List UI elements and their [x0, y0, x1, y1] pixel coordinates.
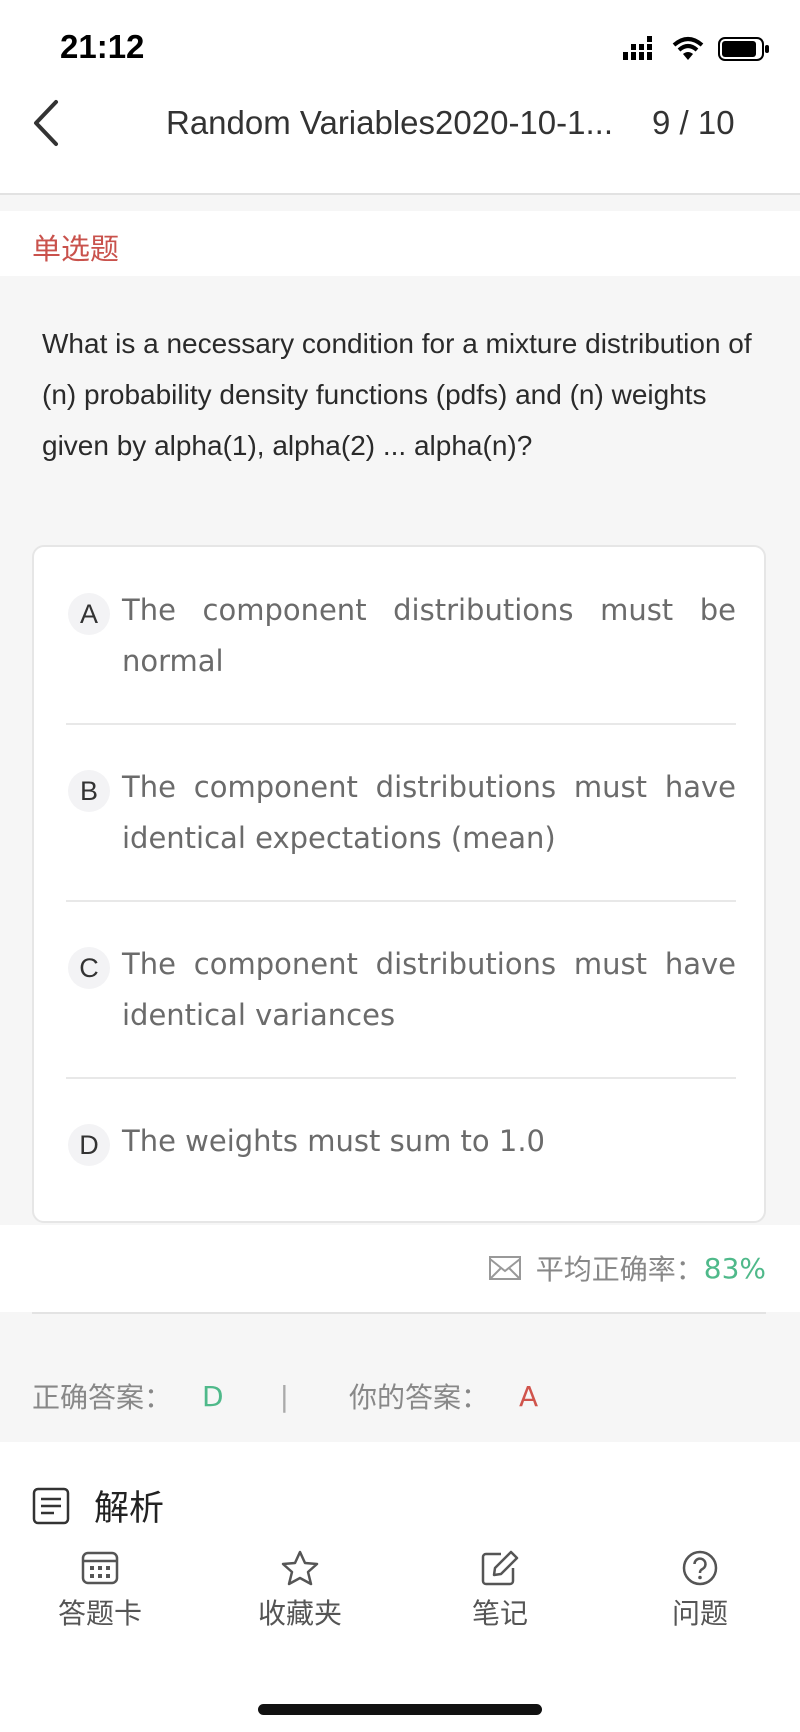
- option-divider: [66, 1077, 736, 1079]
- option-letter: B: [68, 770, 110, 812]
- question-text: What is a necessary condition for a mixt…: [42, 328, 752, 461]
- cellular-signal-icon: [623, 36, 652, 60]
- gray-band-top: [0, 195, 800, 211]
- your-answer-label: 你的答案：: [349, 1381, 490, 1414]
- answers-row: 正确答案： D | 你的答案： A: [32, 1376, 538, 1416]
- option-divider: [66, 900, 736, 902]
- option-text: The component distributions must have id…: [122, 770, 736, 855]
- average-accuracy: 平均正确率： 83%: [488, 1248, 766, 1288]
- tab-notes[interactable]: 笔记: [420, 1550, 580, 1632]
- analysis-header[interactable]: 解析: [32, 1480, 164, 1531]
- star-icon: [281, 1550, 319, 1586]
- accuracy-value: 83%: [703, 1251, 766, 1285]
- options-card: A The component distributions must be no…: [32, 545, 766, 1223]
- option-text: The weights must sum to 1.0: [122, 1124, 545, 1158]
- correct-answer-value: D: [202, 1379, 224, 1413]
- question-counter: 9 / 10: [652, 104, 735, 141]
- option-a[interactable]: A The component distributions must be no…: [34, 587, 736, 707]
- document-list-icon: [32, 1487, 70, 1524]
- option-letter: D: [68, 1124, 110, 1166]
- correct-answer-label: 正确答案：: [32, 1381, 173, 1414]
- tab-label: 答题卡: [57, 1597, 142, 1630]
- question-type-label: 单选题: [32, 232, 120, 266]
- your-answer-value: A: [519, 1379, 539, 1413]
- question-circle-icon: [682, 1550, 718, 1586]
- status-time: 21:12: [60, 28, 145, 65]
- tab-answer-card[interactable]: 答题卡: [20, 1550, 180, 1632]
- back-button[interactable]: [30, 96, 70, 150]
- section-divider: [32, 1312, 766, 1314]
- answer-card-icon: [81, 1551, 119, 1585]
- option-letter: C: [68, 947, 110, 989]
- option-c[interactable]: C The component distributions must have …: [34, 941, 736, 1061]
- answers-separator: |: [279, 1379, 290, 1413]
- option-divider: [66, 723, 736, 725]
- tab-label: 笔记: [471, 1597, 528, 1630]
- option-text: The component distributions must be norm…: [122, 593, 736, 678]
- page-title: Random Variables2020-10-1...: [166, 104, 613, 141]
- option-b[interactable]: B The component distributions must have …: [34, 764, 736, 884]
- tab-label: 收藏夹: [257, 1597, 342, 1630]
- tab-label: 问题: [671, 1597, 728, 1630]
- chevron-left-icon: [34, 100, 58, 146]
- home-indicator: [258, 1704, 542, 1715]
- status-icons: [622, 34, 770, 64]
- option-d[interactable]: D The weights must sum to 1.0: [34, 1118, 702, 1188]
- option-letter: A: [68, 593, 110, 635]
- bottom-tab-bar: 答题卡 收藏夹 笔记 问题: [0, 1550, 800, 1660]
- wifi-icon: [672, 37, 704, 60]
- tab-favorites[interactable]: 收藏夹: [220, 1550, 380, 1632]
- accuracy-label: 平均正确率：: [535, 1253, 704, 1286]
- note-edit-icon: [481, 1550, 519, 1586]
- option-text: The component distributions must have id…: [122, 947, 736, 1032]
- envelope-icon[interactable]: [488, 1254, 522, 1282]
- analysis-title: 解析: [94, 1489, 165, 1529]
- battery-icon: [718, 37, 769, 61]
- tab-questions[interactable]: 问题: [620, 1550, 780, 1632]
